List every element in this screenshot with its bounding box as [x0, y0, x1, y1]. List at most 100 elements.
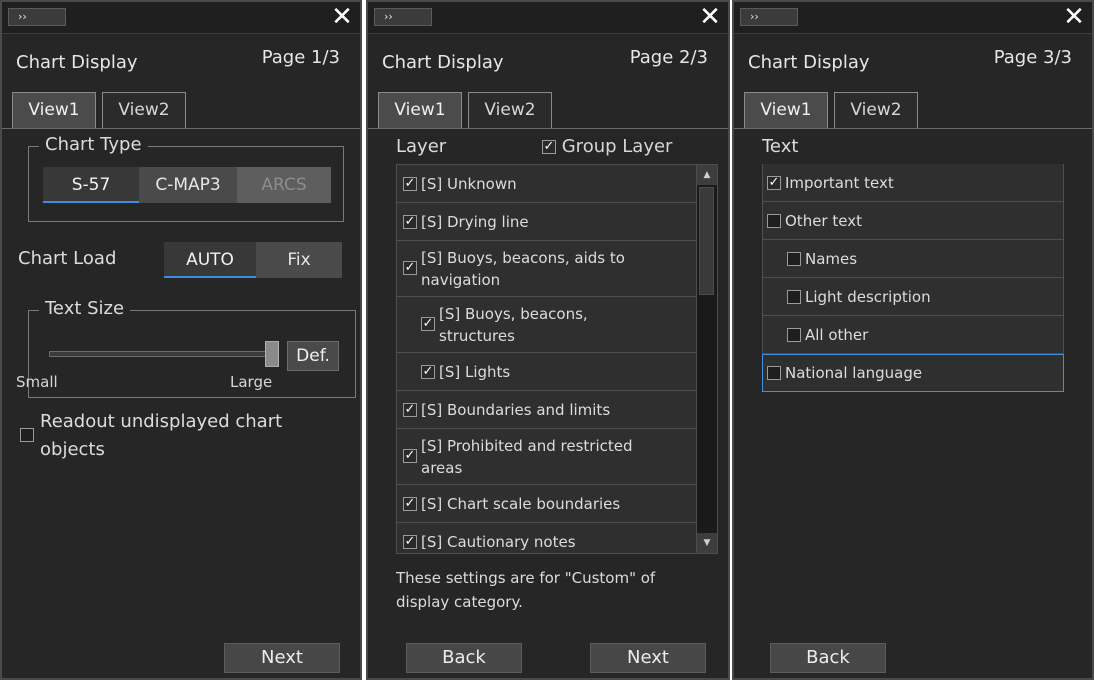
next-button[interactable]: Next: [590, 643, 706, 673]
group-layer-label: Group Layer: [561, 136, 673, 157]
expand-button[interactable]: ››: [8, 8, 66, 26]
text-option-label: Names: [805, 249, 858, 268]
expand-icon: ››: [750, 10, 759, 23]
layer-list-item[interactable]: ✓ [S] Unknown: [397, 165, 696, 203]
text-option-label: Other text: [785, 211, 862, 230]
tab-view2[interactable]: View2: [468, 92, 552, 128]
text-option-content: All other: [787, 316, 1059, 353]
close-icon: ✕: [699, 2, 721, 32]
close-button[interactable]: ✕: [696, 2, 724, 33]
expand-button[interactable]: ››: [374, 8, 432, 26]
back-button[interactable]: Back: [406, 643, 522, 673]
tab-view1[interactable]: View1: [12, 92, 96, 128]
text-options-list: ✓ Important text Other text Names Light desc…: [762, 164, 1064, 394]
chart-display-panel-page3: ›› ✕ Chart Display Page 3/3 View1 View2 …: [732, 0, 1094, 680]
text-size-slider[interactable]: [49, 351, 279, 357]
chart-display-panel-page1: ›› ✕ Chart Display Page 1/3 View1 View2 …: [0, 0, 362, 680]
checkbox-icon[interactable]: ✓: [403, 214, 417, 229]
checkbox-icon[interactable]: ✓: [403, 496, 417, 511]
checkbox-icon[interactable]: ✓: [421, 317, 435, 331]
custom-settings-note: These settings are for "Custom" of displ…: [396, 566, 655, 614]
checkbox-icon[interactable]: [767, 213, 781, 228]
layer-label-line2: areas: [421, 458, 463, 477]
page-indicator: Page 3/3: [993, 47, 1072, 68]
group-layer-checkbox[interactable]: ✓ Group Layer: [542, 136, 672, 157]
chart-load-auto-button[interactable]: AUTO: [164, 242, 256, 278]
chart-type-cmap3-button[interactable]: C-MAP3: [139, 167, 237, 203]
checkbox-icon[interactable]: ✓: [403, 261, 417, 275]
layer-list-item[interactable]: ✓ [S] Lights: [397, 353, 696, 391]
close-icon: ✕: [1063, 2, 1085, 32]
tab-divider: [368, 128, 728, 129]
layer-list-item[interactable]: ✓ [S] Cautionary notes: [397, 523, 696, 553]
text-option-item[interactable]: Names: [762, 240, 1064, 278]
text-option-content: National language: [767, 355, 1059, 391]
text-option-item[interactable]: Light description: [762, 278, 1064, 316]
layer-list-item[interactable]: ✓ [S] Drying line: [397, 203, 696, 241]
text-size-group: Text Size Def.: [28, 298, 356, 398]
layer-list-item[interactable]: ✓ [S] Prohibited and restricted areas: [397, 429, 696, 485]
layer-label: [S] Buoys, beacons, structures: [439, 303, 588, 347]
layer-list-item[interactable]: ✓ [S] Boundaries and limits: [397, 391, 696, 429]
layer-list-item-content: ✓ [S] Drying line: [403, 203, 692, 240]
layer-list-item-content: ✓ [S] Buoys, beacons, structures: [421, 297, 692, 352]
text-option-label: Light description: [805, 287, 931, 306]
tab-view2[interactable]: View2: [834, 92, 918, 128]
chart-load-label: Chart Load: [18, 248, 117, 269]
layer-label-line1: [S] Drying line: [421, 212, 529, 231]
checkbox-icon[interactable]: [787, 327, 801, 342]
layer-list-item[interactable]: ✓ [S] Buoys, beacons, structures: [397, 297, 696, 353]
checkbox-icon[interactable]: [787, 251, 801, 266]
scroll-thumb[interactable]: [699, 187, 714, 295]
checkbox-icon[interactable]: ✓: [421, 364, 435, 379]
layer-label-line1: [S] Unknown: [421, 174, 517, 193]
tab-divider: [2, 128, 360, 129]
text-option-item[interactable]: ✓ Important text: [762, 164, 1064, 202]
close-button[interactable]: ✕: [1060, 2, 1088, 33]
next-button[interactable]: Next: [224, 643, 340, 673]
note-line1: These settings are for "Custom" of: [396, 569, 656, 587]
tab-view1[interactable]: View1: [378, 92, 462, 128]
text-option-label: Important text: [785, 173, 894, 192]
slider-thumb[interactable]: [265, 341, 279, 367]
text-option-item[interactable]: National language: [762, 354, 1064, 392]
panel-title: Chart Display: [748, 52, 870, 73]
tab-view2[interactable]: View2: [102, 92, 186, 128]
text-option-item[interactable]: All other: [762, 316, 1064, 354]
chart-type-label: Chart Type: [39, 134, 148, 155]
checkbox-icon[interactable]: ✓: [403, 176, 417, 191]
checkbox-icon[interactable]: ✓: [403, 402, 417, 417]
text-size-label: Text Size: [39, 298, 131, 319]
layer-list-item[interactable]: ✓ [S] Chart scale boundaries: [397, 485, 696, 523]
default-size-button[interactable]: Def.: [287, 341, 339, 371]
layer-label-line1: [S] Lights: [439, 362, 511, 381]
readout-checkbox[interactable]: [20, 424, 34, 443]
chart-load-fix-button[interactable]: Fix: [256, 242, 342, 278]
back-button[interactable]: Back: [770, 643, 886, 673]
scroll-up-icon[interactable]: ▲: [697, 165, 717, 185]
title-bar: ›› ✕: [734, 2, 1092, 34]
layer-list-item-content: ✓ [S] Prohibited and restricted areas: [403, 429, 692, 484]
checkbox-icon[interactable]: ✓: [403, 449, 417, 463]
layer-list-item[interactable]: ✓ [S] Buoys, beacons, aids to navigation: [397, 241, 696, 297]
layer-label-line2: navigation: [421, 270, 501, 289]
expand-button[interactable]: ››: [740, 8, 798, 26]
close-icon: ✕: [331, 2, 353, 32]
checkbox-icon[interactable]: ✓: [403, 534, 417, 549]
text-option-item[interactable]: Other text: [762, 202, 1064, 240]
chart-type-s57-button[interactable]: S-57: [43, 167, 139, 203]
tab-view1[interactable]: View1: [744, 92, 828, 128]
close-button[interactable]: ✕: [328, 2, 356, 33]
checkbox-icon[interactable]: [787, 289, 801, 304]
layer-list-item-content: ✓ [S] Buoys, beacons, aids to navigation: [403, 241, 692, 296]
tab-divider: [734, 128, 1092, 129]
scroll-down-icon[interactable]: ▼: [697, 533, 717, 553]
layer-list-scrollbar[interactable]: ▲ ▼: [696, 165, 717, 553]
layer-list-item-content: ✓ [S] Chart scale boundaries: [403, 485, 692, 522]
checkbox-icon[interactable]: ✓: [767, 175, 781, 190]
layer-label: [S] Prohibited and restricted areas: [421, 435, 633, 479]
layer-list[interactable]: ✓ [S] Unknown ✓ [S] Drying line ✓ [S] Buoys, …: [396, 164, 718, 554]
checkbox-icon[interactable]: [767, 366, 781, 380]
layer-list-item-content: ✓ [S] Unknown: [403, 165, 692, 202]
checkbox-icon: ✓: [542, 139, 556, 154]
